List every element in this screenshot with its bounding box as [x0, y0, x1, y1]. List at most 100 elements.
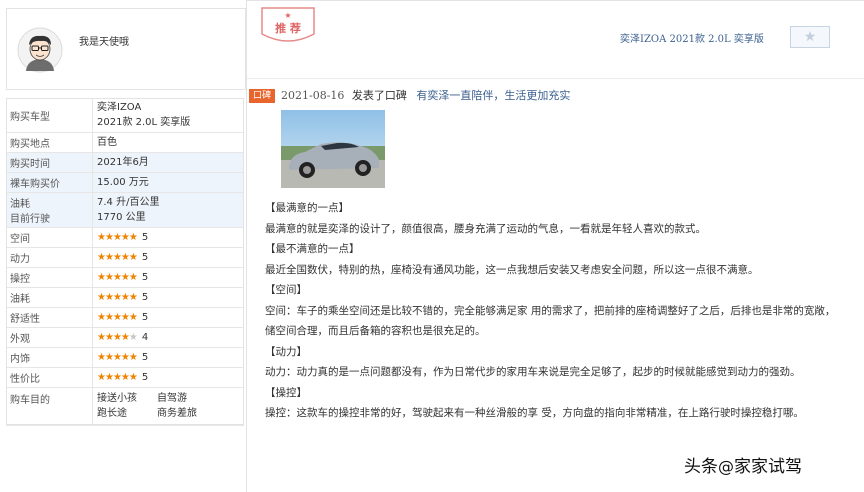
star-rating-icon: ★★★★★	[97, 272, 138, 283]
rating-row: 操控 ★★★★★ 5	[6, 267, 244, 288]
rating-row: 空间 ★★★★★ 5	[6, 227, 244, 248]
rating-row: 舒适性 ★★★★★ 5	[6, 307, 244, 328]
review-body: 【最满意的一点】 最满意的就是奕泽的设计了，颜值很高，腰身充满了运动的气息，一看…	[265, 198, 841, 424]
rating-key: 空间	[6, 227, 93, 248]
info-value: 15.00 万元	[92, 172, 244, 193]
star-rating-icon: ★★★★★	[97, 372, 138, 383]
star-icon: ★	[803, 29, 817, 45]
info-row-model: 购买车型 奕泽IZOA 2021款 2.0L 奕享版	[6, 98, 244, 133]
info-key: 购车目的	[6, 387, 93, 426]
purpose-item: 跑长途	[97, 408, 127, 419]
svg-text:★: ★	[284, 11, 291, 20]
rating-row: 性价比 ★★★★★ 5	[6, 367, 244, 388]
model-name[interactable]: 奕泽IZOA	[97, 100, 240, 115]
rating-key: 动力	[6, 247, 93, 268]
purchase-info-table: 购买车型 奕泽IZOA 2021款 2.0L 奕享版 购买地点 百色 购买时间 …	[6, 98, 244, 426]
star-rating-icon: ★★★★★	[97, 352, 138, 363]
review-tag: 口碑	[249, 89, 275, 103]
info-value: 7.4 升/百公里 1770 公里	[92, 192, 244, 228]
rating-score: 5	[141, 272, 149, 283]
purpose-item: 接送小孩	[97, 393, 137, 404]
rating-key: 操控	[6, 267, 93, 288]
rating-key: 油耗	[6, 287, 93, 308]
info-value: 2021年6月	[92, 152, 244, 173]
rating-row: 外观 ★★★★★ 4	[6, 327, 244, 348]
star-rating-icon: ★★★★★	[97, 252, 138, 263]
star-rating-icon: ★★★★★	[97, 312, 138, 323]
rating-key: 舒适性	[6, 307, 93, 328]
review-headline: 2021-08-16 发表了口碑 有奕泽一直陪伴，生活更加充实	[281, 87, 570, 103]
rating-key: 性价比	[6, 367, 93, 388]
rating-value: ★★★★★ 4	[92, 327, 244, 348]
review-paragraph: 最近全国数伏，特别的热，座椅没有通风功能，这一点我想后安装又考虑安全问题，所以这…	[265, 263, 759, 276]
rating-score: 5	[141, 252, 149, 263]
review-action: 发表了口碑	[351, 89, 407, 102]
rating-row: 内饰 ★★★★★ 5	[6, 347, 244, 368]
info-key: 购买时间	[6, 152, 93, 173]
username[interactable]: 我是天使哦	[79, 33, 129, 48]
purpose-item: 自驾游	[157, 393, 187, 404]
rating-key: 内饰	[6, 347, 93, 368]
review-panel: ★ 推 荐 奕泽IZOA 2021款 2.0L 奕享版 ★ 口碑 2021-08…	[246, 0, 864, 492]
recommend-stamp: ★ 推 荐	[261, 7, 315, 42]
car-photo[interactable]	[281, 110, 385, 188]
section-heading: 【动力】	[265, 345, 307, 358]
info-key: 购买车型	[6, 98, 93, 133]
review-date: 2021-08-16	[281, 89, 345, 102]
info-value: 接送小孩 自驾游 跑长途 商务差旅	[92, 387, 244, 426]
purpose-item: 商务差旅	[157, 408, 197, 419]
info-key: 裸车购买价	[6, 172, 93, 193]
star-rating-icon: ★★★★★	[97, 332, 138, 343]
rating-score: 5	[141, 292, 149, 303]
watermark-name: 家家试驾	[734, 457, 802, 477]
section-heading: 【最满意的一点】	[265, 202, 349, 214]
info-row-location: 购买地点 百色	[6, 132, 244, 153]
review-paragraph: 动力：动力真的是一点问题都没有，作为日常代步的家用车来说是完全足够了，起步的时候…	[265, 366, 801, 378]
fuel-key: 油耗	[10, 199, 30, 210]
mileage-key: 目前行驶	[10, 214, 50, 225]
rating-score: 4	[141, 332, 149, 343]
rating-value: ★★★★★ 5	[92, 267, 244, 288]
fuel-value: 7.4 升/百公里	[97, 197, 160, 208]
rating-score: 5	[141, 232, 149, 243]
divider	[247, 78, 864, 79]
info-key: 油耗 目前行驶	[6, 192, 93, 228]
section-heading: 【操控】	[265, 386, 307, 399]
review-paragraph: 最满意的就是奕泽的设计了，颜值很高，腰身充满了运动的气息，一看就是年轻人喜欢的款…	[265, 222, 706, 235]
review-paragraph: 操控：这款车的操控非常的好，驾驶起来有一种丝滑般的享 受，方向盘的指向非常精准，…	[265, 407, 804, 419]
sidebar: 我是天使哦 购买车型 奕泽IZOA 2021款 2.0L 奕享版 购买地点 百色…	[0, 0, 246, 492]
rating-value: ★★★★★ 5	[92, 247, 244, 268]
rating-score: 5	[141, 352, 149, 363]
mileage-value: 1770 公里	[97, 212, 146, 223]
section-heading: 【最不满意的一点】	[265, 243, 360, 255]
divider	[247, 0, 864, 1]
info-value: 百色	[92, 132, 244, 153]
user-card: 我是天使哦	[6, 8, 246, 90]
rating-key: 外观	[6, 327, 93, 348]
section-heading: 【空间】	[265, 284, 307, 296]
info-row-date: 购买时间 2021年6月	[6, 152, 244, 173]
rating-row: 油耗 ★★★★★ 5	[6, 287, 244, 308]
rating-value: ★★★★★ 5	[92, 287, 244, 308]
cartoon-avatar-icon[interactable]	[17, 27, 63, 73]
watermark-at: @	[718, 457, 734, 476]
rating-value: ★★★★★ 5	[92, 307, 244, 328]
rating-value: ★★★★★ 5	[92, 347, 244, 368]
review-title[interactable]: 有奕泽一直陪伴，生活更加充实	[416, 89, 570, 102]
review-paragraph: 空间：车子的乘坐空间还是比较不错的，完全能够满足家 用的需求了，把前排的座椅调整…	[265, 304, 836, 338]
rating-row: 动力 ★★★★★ 5	[6, 247, 244, 268]
model-link[interactable]: 奕泽IZOA 2021款 2.0L 奕享版	[620, 30, 764, 45]
info-value: 奕泽IZOA 2021款 2.0L 奕享版	[92, 98, 244, 133]
rating-score: 5	[141, 312, 149, 323]
rating-value: ★★★★★ 5	[92, 227, 244, 248]
model-trim[interactable]: 2021款 2.0L 奕享版	[97, 115, 240, 130]
info-row-price: 裸车购买价 15.00 万元	[6, 172, 244, 193]
watermark: 头条@家家试驾	[684, 452, 802, 477]
star-rating-icon: ★★★★★	[97, 292, 138, 303]
stamp-text: 推 荐	[275, 21, 301, 35]
info-key: 购买地点	[6, 132, 93, 153]
info-row-purpose: 购车目的 接送小孩 自驾游 跑长途 商务差旅	[6, 387, 244, 426]
rating-value: ★★★★★ 5	[92, 367, 244, 388]
rating-score: 5	[141, 372, 149, 383]
favorite-button[interactable]: ★	[790, 26, 830, 48]
